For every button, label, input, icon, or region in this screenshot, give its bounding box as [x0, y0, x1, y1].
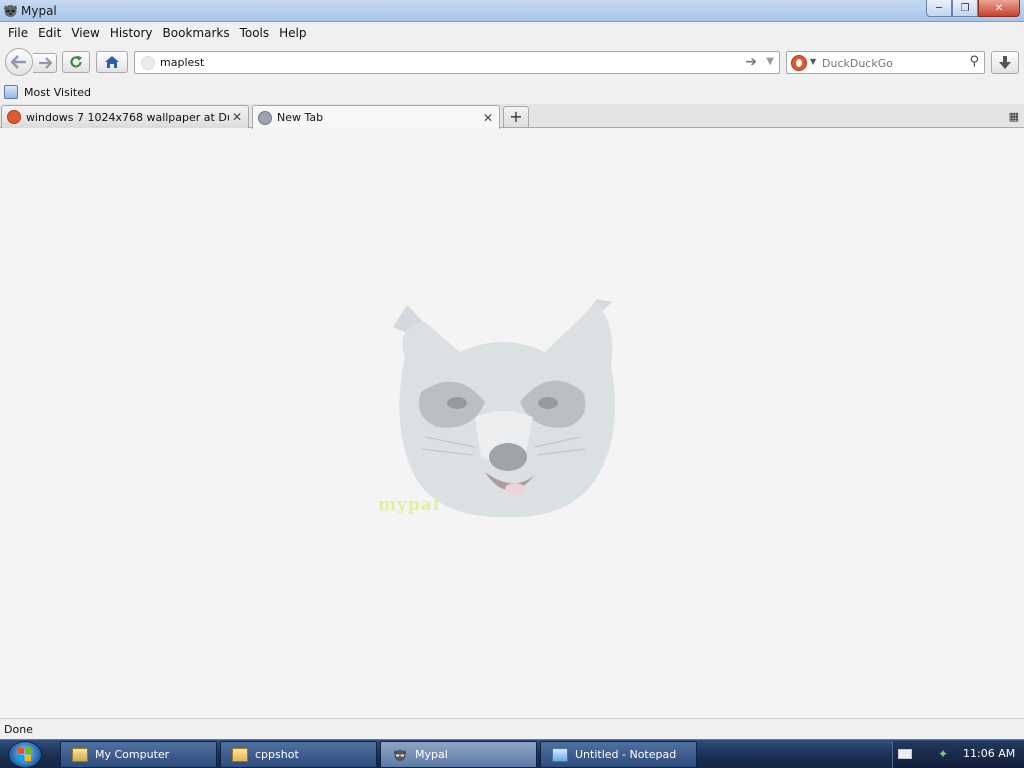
downloads-button[interactable]: [991, 51, 1019, 74]
navigation-toolbar: ➔ ▼ ▼ ⚲: [0, 44, 1024, 82]
bookmark-most-visited[interactable]: Most Visited: [4, 85, 91, 99]
plus-icon: +: [509, 107, 523, 126]
network-icon[interactable]: ✦: [938, 747, 952, 761]
keyboard-icon[interactable]: [898, 749, 912, 759]
start-button[interactable]: [8, 741, 42, 768]
menu-history[interactable]: History: [105, 26, 158, 40]
status-text: Done: [4, 723, 33, 736]
minimize-icon: ─: [935, 2, 943, 14]
notepad-icon: [552, 747, 568, 762]
window-titlebar[interactable]: Mypal ─ ❐ ✕: [0, 0, 1024, 22]
taskbar-item-mypal[interactable]: Mypal: [380, 741, 537, 768]
tab-grid-icon[interactable]: ▦: [1009, 110, 1019, 123]
taskbar-item-label: Untitled - Notepad: [575, 748, 677, 761]
reload-button[interactable]: [62, 51, 90, 73]
duckduckgo-icon[interactable]: [791, 55, 807, 71]
url-dropdown-icon[interactable]: ▼: [766, 56, 774, 67]
window-title: Mypal: [21, 4, 57, 18]
tab-label: New Tab: [277, 111, 324, 124]
menu-bar: File Edit View History Bookmarks Tools H…: [0, 22, 1024, 44]
taskbar-item-label: cppshot: [255, 748, 299, 761]
restore-button[interactable]: ❐: [952, 0, 978, 17]
globe-favicon-icon: [258, 110, 272, 125]
back-button[interactable]: [5, 48, 33, 76]
taskbar-item-label: Mypal: [415, 748, 448, 761]
home-button[interactable]: [96, 51, 128, 73]
taskbar-item-cppshot[interactable]: cppshot: [220, 741, 377, 768]
most-visited-icon: [4, 85, 18, 99]
tab-strip: windows 7 1024x768 wallpaper at Duc... ✕…: [0, 104, 1024, 129]
forward-button[interactable]: [33, 53, 57, 73]
tab-close-icon[interactable]: ✕: [229, 110, 245, 124]
forward-arrow-icon: [38, 57, 52, 69]
url-input[interactable]: [160, 54, 740, 71]
bookmarks-toolbar: Most Visited: [0, 82, 1024, 104]
taskbar: My Computer cppshot Mypal Untitled - Not…: [0, 739, 1024, 768]
menu-help[interactable]: Help: [274, 26, 311, 40]
tab-new-tab[interactable]: New Tab ✕: [252, 105, 500, 129]
system-tray: ✦ 11:06 AM: [892, 741, 1024, 768]
new-tab-button[interactable]: +: [503, 106, 529, 127]
close-button[interactable]: ✕: [978, 0, 1020, 17]
menu-edit[interactable]: Edit: [33, 26, 66, 40]
status-bar: Done: [0, 718, 1024, 739]
raccoon-logo-icon: [393, 299, 616, 518]
url-bar[interactable]: ➔ ▼: [134, 51, 780, 74]
search-bar[interactable]: ▼ ⚲: [786, 51, 985, 74]
windows-logo-icon: [18, 748, 31, 761]
back-arrow-icon: [11, 55, 26, 69]
folder-icon: [232, 747, 248, 762]
menu-view[interactable]: View: [66, 26, 104, 40]
taskbar-item-my-computer[interactable]: My Computer: [60, 741, 217, 768]
close-icon: ✕: [994, 2, 1004, 14]
tab-duckduckgo-search[interactable]: windows 7 1024x768 wallpaper at Duc... ✕: [1, 105, 249, 128]
mypal-watermark: mypal: [378, 495, 441, 515]
reload-icon: [70, 55, 82, 68]
taskbar-item-notepad[interactable]: Untitled - Notepad: [540, 741, 697, 768]
menu-file[interactable]: File: [3, 26, 33, 40]
home-icon: [105, 56, 119, 68]
tab-close-icon[interactable]: ✕: [480, 111, 496, 125]
menu-tools[interactable]: Tools: [235, 26, 275, 40]
search-input[interactable]: [822, 55, 957, 71]
clock[interactable]: 11:06 AM: [963, 747, 1015, 760]
search-engine-dropdown-icon[interactable]: ▼: [810, 57, 816, 66]
mypal-app-icon: [4, 5, 17, 17]
duckduckgo-favicon-icon: [7, 110, 21, 124]
go-arrow-icon[interactable]: ➔: [745, 54, 757, 70]
menu-bookmarks[interactable]: Bookmarks: [158, 26, 235, 40]
search-icon[interactable]: ⚲: [969, 54, 979, 69]
restore-icon: ❐: [960, 2, 970, 14]
mypal-app-icon: [393, 749, 407, 761]
tab-label: windows 7 1024x768 wallpaper at Duc...: [26, 110, 229, 124]
taskbar-item-label: My Computer: [95, 748, 170, 761]
computer-folder-icon: [72, 747, 88, 762]
new-tab-page: mypal: [0, 129, 1024, 718]
bookmark-label: Most Visited: [24, 85, 91, 99]
download-arrow-icon: [999, 55, 1011, 69]
site-identity-icon: [141, 56, 155, 70]
minimize-button[interactable]: ─: [926, 0, 952, 17]
